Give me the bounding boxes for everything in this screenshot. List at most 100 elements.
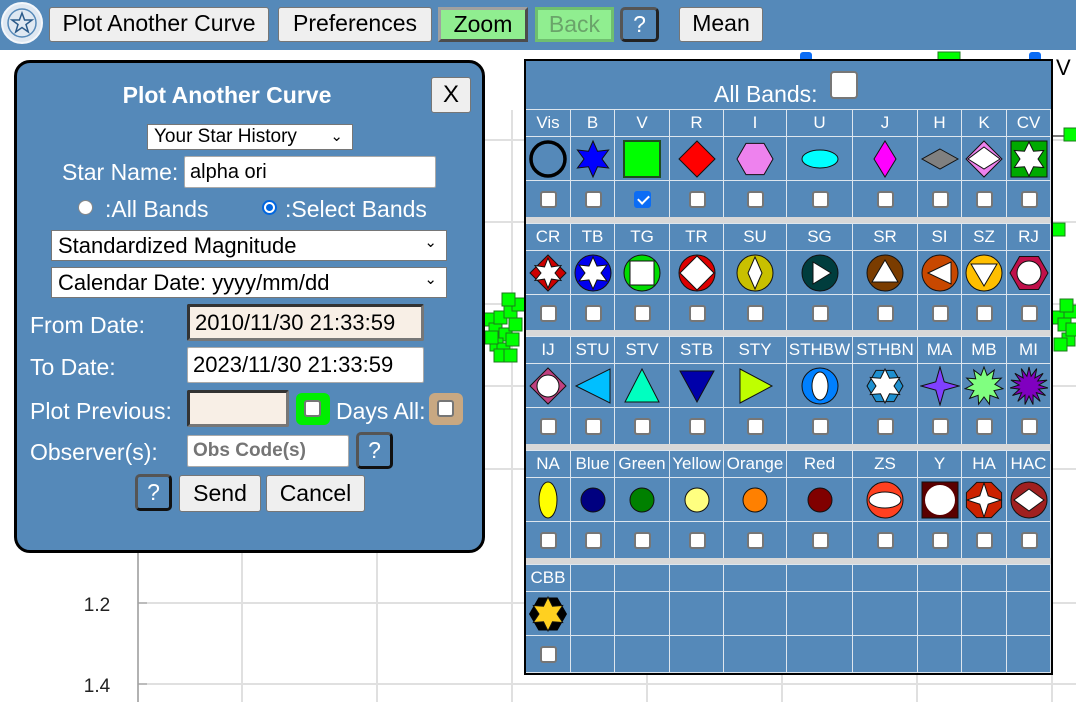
back-button[interactable]: Back [535, 7, 614, 42]
zoom-button[interactable]: Zoom [438, 7, 528, 42]
data-point-marker[interactable] [501, 292, 516, 307]
band-checkbox-y[interactable] [931, 532, 949, 549]
from-date-input[interactable]: 2010/11/30 21:33:59 [187, 304, 424, 341]
send-button[interactable]: Send [179, 475, 261, 512]
band-label: CR [526, 223, 571, 251]
band-checkbox-v[interactable] [634, 191, 651, 208]
band-checkbox-sr[interactable] [877, 305, 894, 322]
band-label: Red [787, 450, 853, 478]
band-checkbox-cell [724, 295, 787, 332]
band-checkbox-cell [526, 636, 571, 673]
date-format-select[interactable]: Calendar Date: yyyy/mm/dd ⌄ [51, 267, 447, 298]
data-point-marker[interactable] [1051, 222, 1066, 237]
band-checkbox-r[interactable] [688, 191, 706, 208]
band-checkbox-k[interactable] [976, 191, 993, 208]
send-help-button[interactable]: ? [135, 474, 172, 511]
select-bands-radio-label: :Select Bands [285, 196, 427, 222]
band-checkbox-mb[interactable] [976, 418, 993, 435]
red-diamond-icon [677, 139, 716, 178]
band-checkbox-cell [962, 295, 1007, 332]
data-point-marker[interactable] [1053, 337, 1068, 352]
band-symbol-cell [853, 364, 918, 408]
star-name-input[interactable]: alpha ori [184, 156, 436, 188]
band-group: Vis B V R I U J H K CV [526, 109, 1051, 221]
band-checkbox-su[interactable] [747, 305, 764, 322]
band-checkbox-blue[interactable] [584, 532, 602, 549]
band-checkbox-tg[interactable] [634, 305, 651, 322]
magnitude-select[interactable]: Standardized Magnitude ⌄ [51, 230, 447, 261]
band-checkbox-green[interactable] [634, 532, 651, 549]
band-checkbox-sty[interactable] [747, 418, 764, 435]
data-point-marker[interactable] [1063, 127, 1076, 142]
band-checkbox-tb[interactable] [584, 305, 602, 322]
band-checkbox-sz[interactable] [976, 305, 993, 322]
band-checkbox-stu[interactable] [584, 418, 602, 435]
band-checkbox-zs[interactable] [877, 532, 894, 549]
band-checkbox-si[interactable] [931, 305, 949, 322]
band-label: HAC [1007, 450, 1051, 478]
data-point-marker[interactable] [505, 332, 520, 347]
plot-another-curve-button[interactable]: Plot Another Curve [49, 7, 269, 42]
band-symbol-cell [918, 251, 962, 295]
band-checkbox-hac[interactable] [1020, 532, 1038, 549]
band-symbol-cell [787, 137, 853, 181]
band-checkbox-u[interactable] [811, 191, 829, 208]
all-bands-checkbox[interactable] [830, 71, 858, 99]
band-checkbox-b[interactable] [584, 191, 602, 208]
cancel-button[interactable]: Cancel [266, 475, 365, 512]
band-symbol-cell [670, 364, 724, 408]
band-checkbox-ma[interactable] [931, 418, 949, 435]
star-history-select[interactable]: Your Star History ⌄ [147, 124, 353, 150]
data-point-marker[interactable] [1059, 298, 1074, 313]
band-checkbox-mi[interactable] [1020, 418, 1038, 435]
all-bands-radio[interactable] [78, 200, 93, 215]
band-checkbox-h[interactable] [931, 191, 949, 208]
band-checkbox-sthbn[interactable] [877, 418, 894, 435]
data-point-marker[interactable] [1065, 322, 1076, 337]
data-point-marker[interactable] [503, 348, 518, 363]
plot-previous-checkbox[interactable] [304, 400, 321, 417]
band-symbol-cell [918, 478, 962, 522]
band-checkbox-tr[interactable] [688, 305, 706, 322]
band-checkbox-i[interactable] [747, 191, 764, 208]
band-checkbox-vis[interactable] [540, 191, 557, 208]
preferences-button[interactable]: Preferences [278, 7, 432, 42]
data-point-marker[interactable] [484, 330, 499, 345]
band-checkbox-red[interactable] [811, 532, 829, 549]
band-checkbox-j[interactable] [877, 191, 894, 208]
data-point-marker[interactable] [508, 317, 523, 332]
band-label [787, 564, 853, 592]
band-checkbox-ij[interactable] [540, 418, 557, 435]
band-checkbox-rj[interactable] [1020, 305, 1038, 322]
band-checkbox-na[interactable] [540, 532, 557, 549]
band-checkbox-orange[interactable] [747, 532, 764, 549]
band-label: SZ [962, 223, 1007, 251]
band-checkbox-cv[interactable] [1020, 191, 1038, 208]
days-all-checkbox[interactable] [437, 400, 454, 417]
band-checkbox-cbb[interactable] [540, 646, 557, 663]
from-date-label: From Date: [30, 312, 146, 338]
close-button[interactable]: X [431, 77, 471, 113]
band-checkbox-ha[interactable] [976, 532, 993, 549]
band-checkbox-yellow[interactable] [688, 532, 706, 549]
lightgreen-burst-icon [964, 365, 1004, 406]
to-date-input[interactable]: 2023/11/30 21:33:59 [187, 347, 424, 383]
green-square-icon [623, 139, 661, 178]
band-symbol-cell [918, 592, 962, 636]
observers-help-button[interactable]: ? [356, 432, 393, 469]
band-checkbox-stb[interactable] [688, 418, 706, 435]
band-label: TB [571, 223, 615, 251]
band-checkbox-stv[interactable] [634, 418, 651, 435]
band-checkbox-sthbw[interactable] [811, 418, 829, 435]
band-checkbox-cell [526, 181, 571, 218]
toolbar-help-button[interactable]: ? [620, 7, 659, 42]
plot-previous-input[interactable] [187, 390, 289, 427]
band-checkbox-sg[interactable] [811, 305, 829, 322]
observers-input[interactable] [187, 435, 349, 467]
select-bands-radio[interactable] [262, 200, 277, 215]
band-checkbox-cell [724, 408, 787, 445]
aavso-logo-icon [1, 2, 43, 44]
band-checkbox-cell [615, 295, 670, 332]
mean-button[interactable]: Mean [679, 7, 763, 42]
band-checkbox-cr[interactable] [540, 305, 557, 322]
